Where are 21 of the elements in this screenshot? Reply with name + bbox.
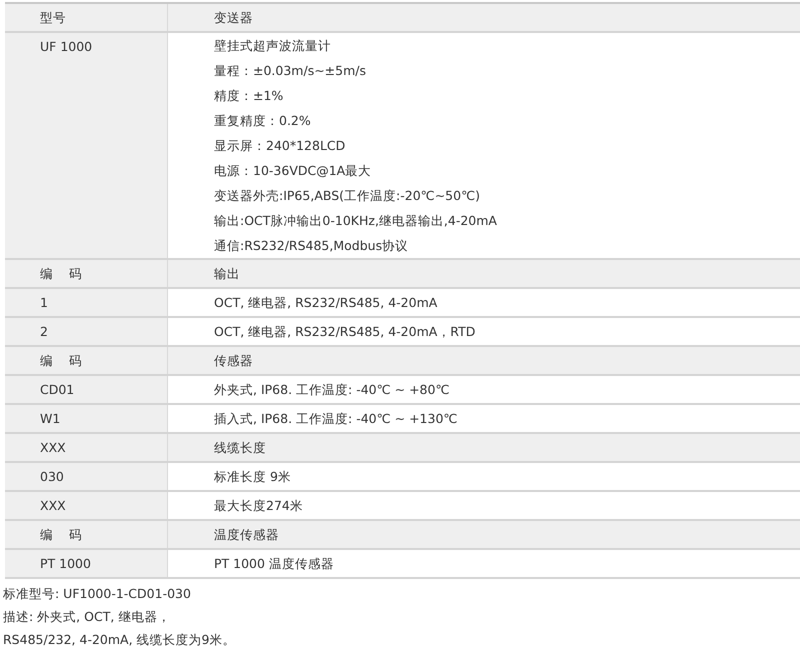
table-cell: 变送器 <box>168 4 800 31</box>
table-cell: 编 码 <box>5 347 168 374</box>
table-cell: 传感器 <box>168 347 800 374</box>
table-cell: W1 <box>5 405 168 432</box>
table-cell: 型号 <box>5 4 168 31</box>
table-cell: 2 <box>5 318 168 345</box>
table-cell: 编 码 <box>5 260 168 287</box>
table-cell: 温度传感器 <box>168 521 800 548</box>
table-cell: PT 1000 <box>5 550 168 577</box>
table-cell: 线缆长度 <box>168 434 800 461</box>
table-cell: XXX <box>5 492 168 519</box>
table-cell: 1 <box>5 289 168 316</box>
table-cell: 输出 <box>168 260 800 287</box>
table-cell: 030 <box>5 463 168 490</box>
note-text: 标准型号: UF1000-1-CD01-030 <box>3 585 192 603</box>
table-cell: XXX <box>5 434 168 461</box>
note-text: 描述: 外夹式, OCT, 继电器， <box>3 608 172 626</box>
table-cell: UF 1000 <box>5 33 168 258</box>
note-text: RS485/232, 4-20mA, 线缆长度为9米。 <box>3 631 236 649</box>
table-cell: CD01 <box>5 376 168 403</box>
table-cell: 编 码 <box>5 521 168 548</box>
